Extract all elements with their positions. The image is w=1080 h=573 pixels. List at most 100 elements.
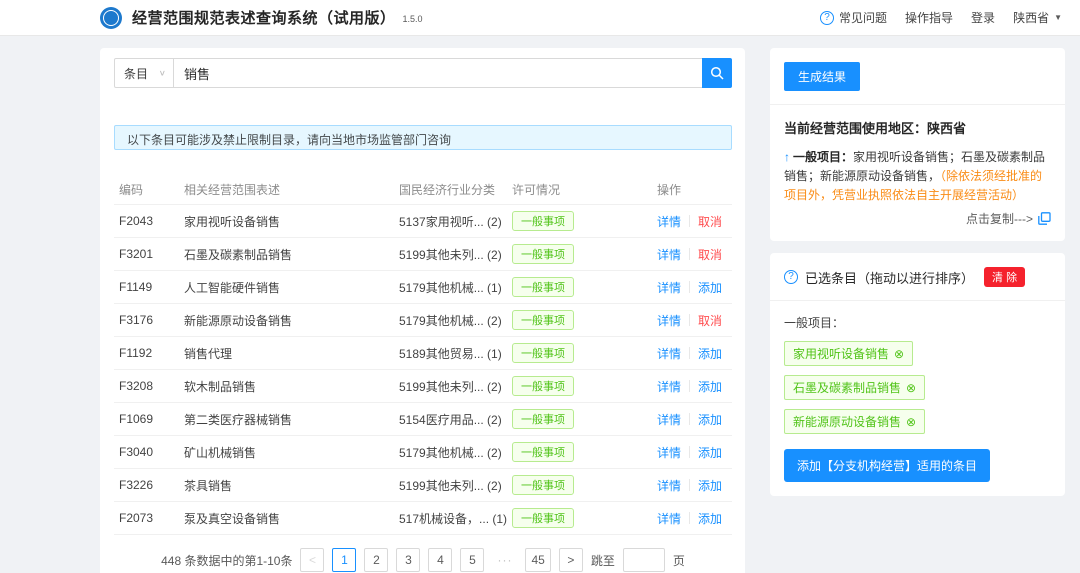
- row-industry: 5179其他机械... (2): [399, 444, 512, 461]
- selected-tags: 家用视听设备销售 ⊗ 石墨及碳素制品销售 ⊗ 新能源原动设备销售 ⊗: [784, 341, 1051, 434]
- page-content: 条目 ∨ 以下条目可能涉及禁止限制目录，请向当地市场监管部门咨询 编码 相关经营…: [0, 36, 1080, 573]
- row-code: F3176: [114, 313, 184, 327]
- page-button-45[interactable]: 45: [525, 548, 550, 572]
- row-action-link[interactable]: 取消: [698, 213, 722, 230]
- row-desc: 茶具销售: [184, 477, 399, 494]
- selected-item-tag[interactable]: 石墨及碳素制品销售 ⊗: [784, 375, 925, 400]
- nav-login[interactable]: 登录: [971, 9, 995, 26]
- license-badge: 一般事项: [512, 442, 574, 462]
- page-button-3[interactable]: 3: [396, 548, 420, 572]
- row-desc: 石墨及碳素制品销售: [184, 246, 399, 263]
- row-action-link[interactable]: 添加: [698, 477, 722, 494]
- row-action-link[interactable]: 添加: [698, 411, 722, 428]
- app-header: 经营范围规范表述查询系统（试用版） 1.5.0 ? 常见问题 操作指导 登录 陕…: [0, 0, 1080, 36]
- region-dropdown[interactable]: 陕西省 ▼: [1013, 9, 1062, 26]
- selected-item-tag[interactable]: 家用视听设备销售 ⊗: [784, 341, 913, 366]
- generate-result-button[interactable]: 生成结果: [784, 62, 860, 91]
- search-category-select[interactable]: 条目 ∨: [114, 58, 174, 88]
- detail-link[interactable]: 详情: [657, 510, 681, 527]
- page-unit-label: 页: [673, 552, 685, 569]
- nav-guide[interactable]: 操作指导: [905, 9, 953, 26]
- row-actions: 详情 添加: [657, 444, 732, 461]
- row-action-link[interactable]: 添加: [698, 378, 722, 395]
- search-button[interactable]: [702, 58, 732, 88]
- nav-faq[interactable]: ? 常见问题: [820, 9, 887, 26]
- row-desc: 新能源原动设备销售: [184, 312, 399, 329]
- row-action-link[interactable]: 取消: [698, 312, 722, 329]
- table-body: F2043 家用视听设备销售 5137家用视听... (2) 一般事项 详情 取…: [114, 205, 732, 535]
- tag-close-icon[interactable]: ⊗: [894, 348, 904, 360]
- header-nav: ? 常见问题 操作指导 登录 陕西省 ▼: [820, 9, 1062, 26]
- search-bar: 条目 ∨: [114, 58, 732, 88]
- row-action-link[interactable]: 添加: [698, 345, 722, 362]
- detail-link[interactable]: 详情: [657, 378, 681, 395]
- nav-guide-label: 操作指导: [905, 9, 953, 26]
- row-action-link[interactable]: 添加: [698, 444, 722, 461]
- question-circle-icon: ?: [784, 270, 798, 284]
- search-input[interactable]: [174, 58, 702, 88]
- row-action-link[interactable]: 添加: [698, 510, 722, 527]
- row-code: F3040: [114, 445, 184, 459]
- page-button-1[interactable]: 1: [332, 548, 356, 572]
- row-action-link[interactable]: 取消: [698, 246, 722, 263]
- general-label: 一般项目：: [793, 150, 853, 164]
- row-actions: 详情 添加: [657, 279, 732, 296]
- row-license: 一般事项: [512, 343, 657, 363]
- detail-link[interactable]: 详情: [657, 246, 681, 263]
- divider: [770, 104, 1065, 105]
- pagination-summary: 448 条数据中的第1-10条: [161, 552, 292, 569]
- nav-faq-label: 常见问题: [839, 9, 887, 26]
- row-desc: 人工智能硬件销售: [184, 279, 399, 296]
- clear-button[interactable]: 清 除: [984, 267, 1025, 287]
- selected-item-tag[interactable]: 新能源原动设备销售 ⊗: [784, 409, 925, 434]
- page-button-5[interactable]: 5: [460, 548, 484, 572]
- action-divider: [689, 347, 690, 359]
- results-card: 条目 ∨ 以下条目可能涉及禁止限制目录，请向当地市场监管部门咨询 编码 相关经营…: [100, 48, 745, 573]
- row-code: F3201: [114, 247, 184, 261]
- region-label: 陕西省: [1013, 9, 1049, 26]
- row-industry: 5154医疗用品... (2): [399, 411, 512, 428]
- license-badge: 一般事项: [512, 376, 574, 396]
- jump-page-input[interactable]: [623, 548, 665, 572]
- detail-link[interactable]: 详情: [657, 279, 681, 296]
- detail-link[interactable]: 详情: [657, 213, 681, 230]
- detail-link[interactable]: 详情: [657, 444, 681, 461]
- app-logo-icon: [100, 7, 122, 29]
- row-actions: 详情 添加: [657, 345, 732, 362]
- copy-icon[interactable]: [1038, 212, 1051, 225]
- table-row: F1149 人工智能硬件销售 5179其他机械... (1) 一般事项 详情 添…: [114, 271, 732, 304]
- table-row: F1192 销售代理 5189其他贸易... (1) 一般事项 详情 添加: [114, 337, 732, 370]
- page-ellipsis[interactable]: ···: [492, 548, 517, 572]
- action-divider: [689, 380, 690, 392]
- page-button-2[interactable]: 2: [364, 548, 388, 572]
- row-actions: 详情 添加: [657, 411, 732, 428]
- row-actions: 详情 添加: [657, 477, 732, 494]
- app-title: 经营范围规范表述查询系统（试用版）: [132, 7, 396, 28]
- license-badge: 一般事项: [512, 211, 574, 231]
- row-industry: 5199其他未列... (2): [399, 246, 512, 263]
- detail-link[interactable]: 详情: [657, 477, 681, 494]
- action-divider: [689, 215, 690, 227]
- tag-close-icon[interactable]: ⊗: [906, 416, 916, 428]
- row-code: F2043: [114, 214, 184, 228]
- page-button-4[interactable]: 4: [428, 548, 452, 572]
- row-desc: 矿山机械销售: [184, 444, 399, 461]
- detail-link[interactable]: 详情: [657, 411, 681, 428]
- col-header-industry: 国民经济行业分类: [399, 181, 512, 198]
- row-license: 一般事项: [512, 409, 657, 429]
- detail-link[interactable]: 详情: [657, 345, 681, 362]
- prev-page-button[interactable]: <: [300, 548, 324, 572]
- row-code: F1069: [114, 412, 184, 426]
- row-actions: 详情 取消: [657, 213, 732, 230]
- row-industry: 5179其他机械... (1): [399, 279, 512, 296]
- license-badge: 一般事项: [512, 409, 574, 429]
- jump-label: 跳至: [591, 552, 615, 569]
- detail-link[interactable]: 详情: [657, 312, 681, 329]
- pagination: 448 条数据中的第1-10条 < 12345···45 > 跳至 页: [114, 548, 732, 572]
- search-category-value: 条目: [124, 65, 148, 82]
- tag-close-icon[interactable]: ⊗: [906, 382, 916, 394]
- row-action-link[interactable]: 添加: [698, 279, 722, 296]
- add-branch-items-button[interactable]: 添加【分支机构经营】适用的条目: [784, 449, 990, 482]
- app-version: 1.5.0: [403, 14, 423, 24]
- next-page-button[interactable]: >: [559, 548, 583, 572]
